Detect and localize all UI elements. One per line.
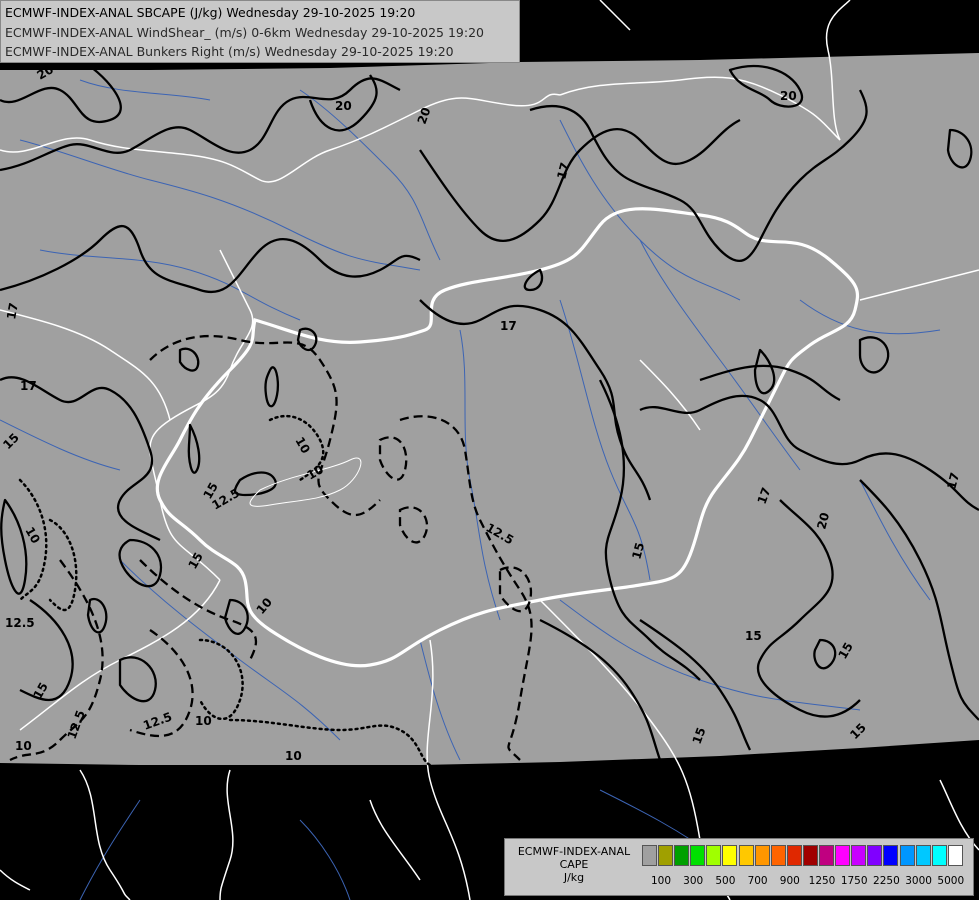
legend-swatch <box>931 845 947 866</box>
legend-tick-labels: 100 300 500 700 900 1250 1750 2250 3000 5000 <box>645 875 971 889</box>
contour-label: 20 <box>780 89 797 103</box>
contour-label: 10 <box>285 749 302 763</box>
contour-label: 17 <box>4 302 21 321</box>
title-windshear: ECMWF-INDEX-ANAL WindShear_ (m/s) 0-6km … <box>5 24 484 40</box>
legend-swatch <box>674 845 690 866</box>
legend-swatch <box>690 845 706 866</box>
contour-label: 20 <box>335 99 352 113</box>
legend-swatch <box>738 845 754 866</box>
legend-title-line: J/kg <box>563 871 585 884</box>
legend-swatch <box>722 845 738 866</box>
legend-swatch <box>786 845 802 866</box>
title-bunkers: ECMWF-INDEX-ANAL Bunkers Right (m/s) Wed… <box>5 44 454 59</box>
legend-swatch <box>802 845 818 866</box>
map-title-box: ECMWF-INDEX-ANAL SBCAPE (J/kg) Wednesday… <box>0 0 520 63</box>
contour-label: 17 <box>20 379 37 393</box>
legend-swatch <box>867 845 883 866</box>
title-sbcape: ECMWF-INDEX-ANAL SBCAPE (J/kg) Wednesday… <box>5 5 416 20</box>
legend-tick-label: 700 <box>747 875 768 887</box>
legend-swatch <box>642 845 657 866</box>
legend-tick-label: 1250 <box>808 875 836 887</box>
contour-label: 12.5 <box>5 616 35 630</box>
legend-swatch <box>706 845 722 866</box>
legend-tick-label: 900 <box>779 875 800 887</box>
weather-map: 20 20 20 20 17 17 17 17 17 17 20 15 15 1… <box>0 0 979 900</box>
legend-swatch <box>835 845 851 866</box>
legend-swatch <box>915 845 931 866</box>
legend-swatch <box>851 845 867 866</box>
contour-label: 10 <box>195 714 212 728</box>
legend-tick-label: 100 <box>650 875 672 887</box>
legend-swatch <box>883 845 899 866</box>
legend-tick-label: 1750 <box>840 875 868 887</box>
legend-swatch <box>770 845 786 866</box>
legend-swatch <box>947 845 963 866</box>
cape-legend: ECMWF-INDEX-ANAL CAPE J/kg 100 300 500 700 9… <box>504 838 974 896</box>
legend-title: ECMWF-INDEX-ANAL CAPE J/kg <box>509 845 639 884</box>
legend-tick-label: 2250 <box>873 875 900 887</box>
legend-tick-label: 300 <box>683 875 704 887</box>
contour-label: 10 <box>15 739 32 753</box>
legend-tick-label: 500 <box>715 875 736 887</box>
data-domain <box>0 53 979 765</box>
legend-title-line: CAPE <box>559 858 589 871</box>
legend-tick-label: 5000 <box>937 875 965 887</box>
legend-color-scale <box>642 845 964 866</box>
legend-swatch <box>658 845 674 866</box>
legend-swatch <box>899 845 915 866</box>
legend-title-line: ECMWF-INDEX-ANAL <box>517 845 631 858</box>
legend-tick-label: 3000 <box>905 875 932 887</box>
legend-swatch <box>754 845 770 866</box>
contour-label: 17 <box>500 319 517 333</box>
contour-label: 15 <box>745 629 762 643</box>
legend-swatch <box>819 845 835 866</box>
